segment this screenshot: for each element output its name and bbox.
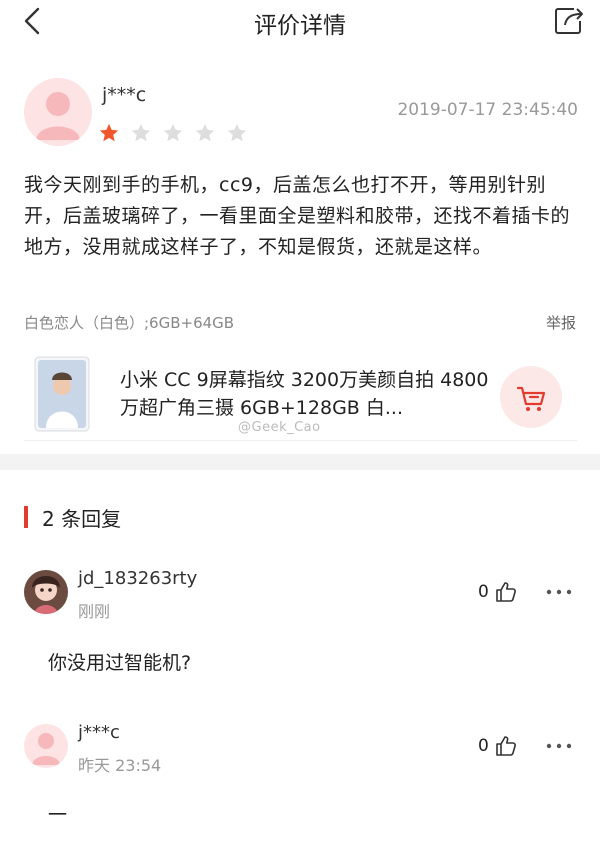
like-count: 0 [478,736,489,756]
report-link[interactable]: 举报 [546,312,576,333]
review-text: 我今天刚到手的手机，cc9，后盖怎么也打不开，等用别针别开，后盖玻璃碎了，一看里… [24,174,571,258]
top-bar: 评价详情 [0,0,600,56]
avatar[interactable] [24,570,68,614]
add-to-cart-button[interactable] [500,366,562,428]
thumbs-up-icon[interactable] [494,580,518,604]
section-divider [0,454,600,470]
default-avatar-icon [32,733,60,765]
thumbs-up-icon[interactable] [494,734,518,758]
star-icon [163,123,183,142]
more-options-icon[interactable] [546,742,572,750]
reply-time: 刚刚 [78,602,111,621]
star-icon [227,123,247,142]
star-icon [195,123,215,142]
rating-stars [98,122,258,144]
reply-username: jd_183263rty [78,568,198,589]
reply-count: 2 条回复 [42,507,122,531]
star-icon [99,123,119,142]
product-title: 小米 CC 9屏幕指纹 3200万美颜自拍 4800万超广角三摄 6GB+128… [120,369,489,419]
reply-text: 一 [48,804,68,826]
reply-time: 昨天 23:54 [78,756,162,775]
cart-icon [516,386,546,411]
default-avatar-icon [36,92,80,140]
star-icon [131,123,151,142]
review-username: j***c [102,84,147,106]
section-marker [24,506,28,528]
page-title: 评价详情 [254,13,346,39]
phone-product-image [34,356,90,432]
reply-username: j***c [78,722,120,743]
like-count: 0 [478,582,489,602]
more-options-icon[interactable] [546,588,572,596]
watermark: @Geek_Cao [238,420,321,435]
product-spec: 白色恋人（白色）;6GB+64GB [24,314,235,332]
avatar[interactable] [24,724,68,768]
avatar[interactable] [24,78,92,146]
reply-text: 你没用过智能机? [48,652,192,674]
share-icon[interactable] [552,4,586,36]
review-datetime: 2019-07-17 23:45:40 [397,100,578,120]
user-avatar-image [24,570,68,614]
